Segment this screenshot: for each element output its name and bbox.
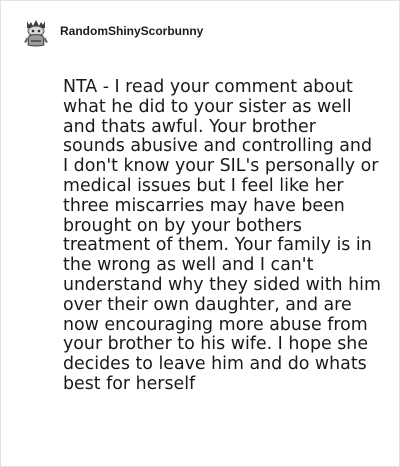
comment-author[interactable]: RandomShinyScorbunny <box>60 24 203 38</box>
snoo-avatar-icon[interactable] <box>22 18 50 48</box>
comment-body: NTA - I read your comment about what he … <box>63 77 381 394</box>
comment-card: RandomShinyScorbunny NTA - I read your c… <box>0 0 400 467</box>
comment-header: RandomShinyScorbunny <box>22 15 203 51</box>
